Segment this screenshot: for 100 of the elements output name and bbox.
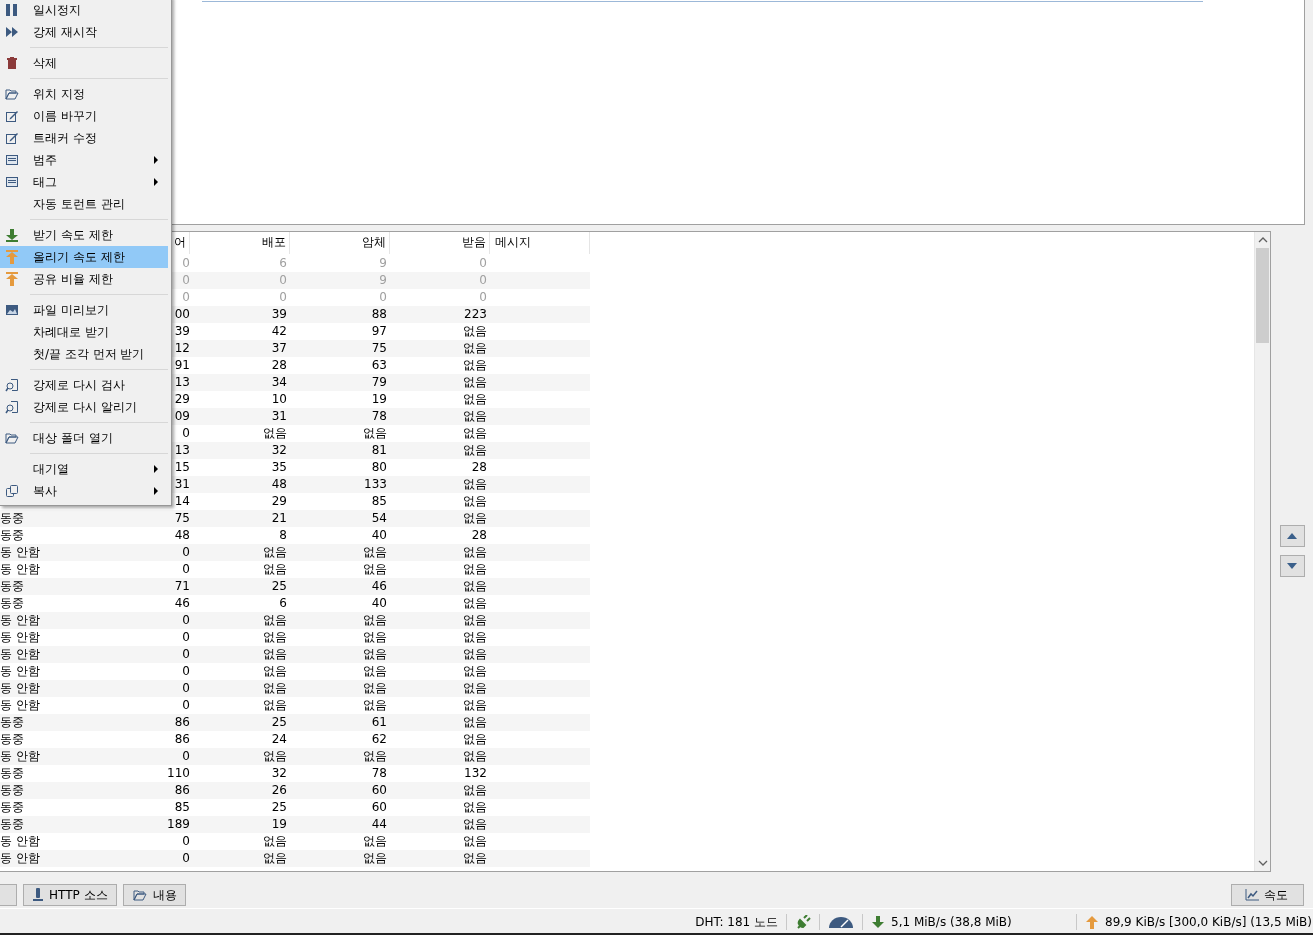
table-cell: 없음: [463, 630, 487, 644]
table-cell: 동 안함: [0, 834, 40, 848]
menu-item[interactable]: 공유 비율 제한: [0, 268, 168, 290]
chart-icon: [1245, 889, 1259, 901]
table-cell: 0: [182, 647, 190, 661]
column-header[interactable]: 받음: [390, 232, 490, 254]
source-icon: [32, 888, 44, 902]
scrollbar-thumb[interactable]: [1256, 248, 1269, 343]
table-cell: 동 안함: [0, 562, 40, 576]
table-cell: 14: [174, 494, 190, 508]
table-cell: 9: [379, 273, 387, 287]
table-cell: 35: [271, 460, 287, 474]
table-cell: 없음: [263, 613, 287, 627]
column-header[interactable]: 암체: [290, 232, 390, 254]
scrollbar[interactable]: [1254, 232, 1270, 871]
table-cell: 48: [271, 477, 287, 491]
table-cell: 없음: [463, 749, 487, 763]
table-cell: 13: [174, 375, 190, 389]
table-cell: 24: [271, 732, 287, 746]
speed-button[interactable]: 속도: [1231, 884, 1304, 906]
table-cell: 62: [371, 732, 387, 746]
menu-item[interactable]: 자동 토런트 관리: [0, 193, 168, 215]
menu-item[interactable]: 범주: [0, 149, 168, 171]
plug-icon: [795, 915, 811, 929]
menu-item[interactable]: 위치 지정: [0, 83, 168, 105]
menu-item[interactable]: 트래커 수정: [0, 127, 168, 149]
column-header[interactable]: 배포: [190, 232, 290, 254]
tab-button[interactable]: 내용: [122, 884, 186, 906]
table-cell: 없음: [363, 562, 387, 576]
table-cell: 0: [182, 630, 190, 644]
table-cell: 13: [174, 443, 190, 457]
table-cell: 없음: [263, 664, 287, 678]
tab-button[interactable]: HTTP 소스: [23, 884, 117, 906]
upload-icon: [5, 272, 19, 286]
table-cell: 없음: [463, 375, 487, 389]
table-cell: 동중: [0, 579, 24, 593]
table-cell: 0: [182, 698, 190, 712]
table-cell: 없음: [463, 426, 487, 440]
table-cell: 0: [182, 426, 190, 440]
triangle-up-icon: [1287, 533, 1297, 539]
fast-forward-icon: [5, 25, 19, 39]
menu-item[interactable]: 첫/끝 조각 먼저 받기: [0, 343, 168, 365]
table-cell: 없음: [463, 647, 487, 661]
table-cell: 없음: [463, 341, 487, 355]
table-cell: 79: [371, 375, 387, 389]
table-cell: 없음: [363, 749, 387, 763]
table-cell: 없음: [463, 596, 487, 610]
table-cell: 29: [174, 392, 190, 406]
table-cell: 없음: [463, 664, 487, 678]
table-cell: 없음: [263, 545, 287, 559]
move-up-button[interactable]: [1279, 525, 1305, 547]
table-cell: 0: [479, 273, 487, 287]
table-cell: 86: [174, 715, 190, 729]
menu-item[interactable]: 대상 폴더 열기: [0, 427, 168, 449]
menu-item[interactable]: 파일 미리보기: [0, 299, 168, 321]
table-cell: 없음: [363, 426, 387, 440]
table-cell: 46: [371, 579, 387, 593]
table-cell: 없음: [363, 834, 387, 848]
menu-item[interactable]: 삭제: [0, 52, 168, 74]
table-cell: 동중: [0, 766, 24, 780]
menu-item[interactable]: 차례대로 받기: [0, 321, 168, 343]
menu-item[interactable]: 올리기 속도 제한: [0, 246, 168, 268]
move-down-button[interactable]: [1279, 555, 1305, 577]
edit-icon: [5, 109, 19, 123]
table-cell: 110: [167, 766, 190, 780]
table-cell: 없음: [363, 647, 387, 661]
menu-item[interactable]: 태그: [0, 171, 168, 193]
table-cell: 28: [471, 460, 487, 474]
menu-item[interactable]: 강제로 다시 알리기: [0, 396, 168, 418]
table-cell: 32: [271, 443, 287, 457]
column-header[interactable]: 메시지: [490, 232, 590, 254]
table-cell: 28: [471, 528, 487, 542]
scroll-up-icon[interactable]: [1257, 237, 1268, 243]
table-cell: 60: [371, 783, 387, 797]
table-cell: 없음: [463, 681, 487, 695]
table-cell: 34: [271, 375, 287, 389]
menu-item[interactable]: 강제 재시작: [0, 21, 168, 43]
table-cell: 동중: [0, 715, 24, 729]
table-cell: 32: [271, 766, 287, 780]
menu-item[interactable]: 강제로 다시 검사: [0, 374, 168, 396]
table-cell: 0: [182, 681, 190, 695]
menu-item[interactable]: 복사: [0, 480, 168, 502]
table-cell: 동 안함: [0, 681, 40, 695]
table-cell: 동중: [0, 817, 24, 831]
scroll-down-icon[interactable]: [1257, 860, 1268, 866]
table-cell: 없음: [463, 817, 487, 831]
table-cell: 없음: [363, 698, 387, 712]
table-cell: 없음: [463, 834, 487, 848]
table-cell: 61: [371, 715, 387, 729]
table-cell: 0: [182, 613, 190, 627]
pause-icon: [5, 3, 19, 17]
table-cell: 48: [174, 528, 190, 542]
menu-item[interactable]: 받기 속도 제한: [0, 224, 168, 246]
table-cell: 동중: [0, 528, 24, 542]
menu-item[interactable]: 일시정지: [0, 0, 168, 21]
table-cell: 31: [271, 409, 287, 423]
menu-item[interactable]: 대기열: [0, 458, 168, 480]
table-cell: 25: [271, 715, 287, 729]
menu-item[interactable]: 이름 바꾸기: [0, 105, 168, 127]
list-icon: [5, 175, 19, 189]
